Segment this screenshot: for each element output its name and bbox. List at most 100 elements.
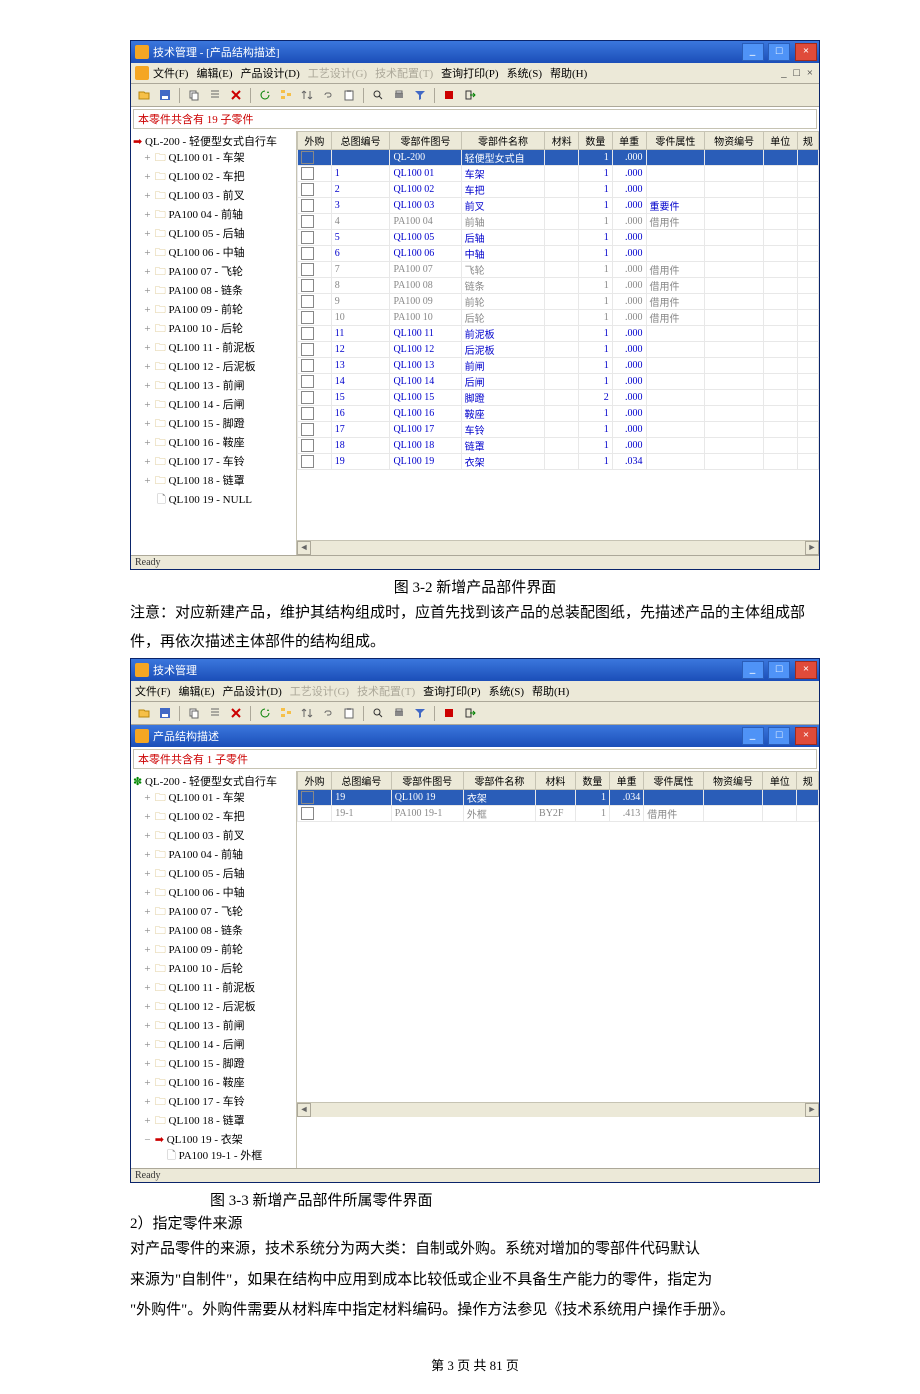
col-header[interactable]: 数量 [579, 132, 613, 150]
tree-node[interactable]: + 🗀 QL100 17 - 车铃 [131, 1093, 296, 1112]
delete-icon[interactable] [227, 86, 245, 104]
tree-node[interactable]: + 🗀 QL100 11 - 前泥板 [131, 979, 296, 998]
checkbox[interactable] [301, 247, 314, 260]
minimize-button[interactable]: _ [742, 43, 764, 61]
maximize-button[interactable]: □ [768, 43, 790, 61]
mdi-minimize-button[interactable]: _ [742, 727, 764, 745]
mdi-max[interactable]: □ [793, 67, 800, 79]
table-row[interactable]: 17QL100 17车铃1.000 [298, 422, 819, 438]
tree-node[interactable]: + 🗀 QL100 15 - 脚蹬 [131, 415, 296, 434]
sort-icon[interactable] [298, 704, 316, 722]
tree-node[interactable]: + 🗀 PA100 04 - 前轴 [131, 846, 296, 865]
col-header[interactable]: 总图编号 [331, 132, 390, 150]
col-header[interactable]: 物资编号 [705, 132, 764, 150]
col-header[interactable]: 外购 [298, 132, 332, 150]
tree-node[interactable]: + 🗀 QL100 16 - 鞍座 [131, 434, 296, 453]
col-header[interactable]: 零部件图号 [391, 772, 463, 790]
col-header[interactable]: 规 [797, 772, 819, 790]
col-header[interactable]: 总图编号 [332, 772, 392, 790]
tree-node[interactable]: + 🗀 PA100 10 - 后轮 [131, 320, 296, 339]
tree-panel-1[interactable]: ➡ QL-200 - 轻便型女式自行车+ 🗀 QL100 01 - 车架 + 🗀 … [131, 131, 297, 555]
tree-node[interactable]: + 🗀 QL100 17 - 车铃 [131, 453, 296, 472]
parts-table-2[interactable]: 外购总图编号零部件图号零部件名称材料数量单重零件属性物资编号单位规19QL100… [297, 771, 819, 822]
exit-icon[interactable] [461, 704, 479, 722]
print-icon[interactable] [390, 86, 408, 104]
tree-root[interactable]: ➡ QL-200 - 轻便型女式自行车 [131, 133, 296, 149]
table-row[interactable]: 9PA100 09前轮1.000借用件 [298, 294, 819, 310]
close-button[interactable]: × [795, 43, 817, 61]
close-button[interactable]: × [795, 661, 817, 679]
hscroll-2[interactable]: ◄► [297, 1102, 819, 1117]
checkbox[interactable] [301, 215, 314, 228]
checkbox[interactable] [301, 231, 314, 244]
tree-node[interactable]: + 🗀 QL100 01 - 车架 [131, 149, 296, 168]
tree-node[interactable]: + 🗀 PA100 09 - 前轮 [131, 941, 296, 960]
tree-node[interactable]: + 🗀 QL100 16 - 鞍座 [131, 1074, 296, 1093]
col-header[interactable]: 单位 [763, 132, 797, 150]
table-row[interactable]: 3QL100 03前叉1.000重要件 [298, 198, 819, 214]
tree-node[interactable]: + 🗀 QL100 13 - 前闸 [131, 377, 296, 396]
maximize-button[interactable]: □ [768, 661, 790, 679]
checkbox[interactable] [301, 439, 314, 452]
table-row[interactable]: 12QL100 12后泥板1.000 [298, 342, 819, 358]
tree-node[interactable]: + 🗀 QL100 01 - 车架 [131, 789, 296, 808]
table-row[interactable]: 1QL100 01车架1.000 [298, 166, 819, 182]
col-header[interactable]: 单重 [612, 132, 646, 150]
table-row[interactable]: 5QL100 05后轴1.000 [298, 230, 819, 246]
menu-system[interactable]: 系统(S) [507, 65, 542, 81]
refresh-icon[interactable] [256, 704, 274, 722]
tree-node[interactable]: + 🗀 PA100 04 - 前轴 [131, 206, 296, 225]
checkbox[interactable] [301, 375, 314, 388]
link-icon[interactable] [319, 704, 337, 722]
table-row[interactable]: 15QL100 15脚蹬2.000 [298, 390, 819, 406]
mdi-min[interactable]: _ [781, 67, 787, 79]
titlebar-2[interactable]: 技术管理 _ □ × [131, 659, 819, 681]
mdi-close-button[interactable]: × [795, 727, 817, 745]
stop-icon[interactable] [440, 704, 458, 722]
checkbox[interactable] [301, 407, 314, 420]
scroll-left-icon[interactable]: ◄ [297, 541, 311, 555]
col-header[interactable]: 外购 [298, 772, 332, 790]
menu-edit[interactable]: 编辑(E) [196, 65, 232, 81]
copy-icon[interactable] [185, 86, 203, 104]
col-header[interactable]: 数量 [575, 772, 609, 790]
checkbox[interactable] [301, 327, 314, 340]
menu-design[interactable]: 产品设计(D) [223, 683, 282, 699]
tree-node[interactable]: + 🗀 QL100 15 - 脚蹬 [131, 1055, 296, 1074]
table-row[interactable]: 10PA100 10后轮1.000借用件 [298, 310, 819, 326]
table-row[interactable]: 2QL100 02车把1.000 [298, 182, 819, 198]
table-row[interactable]: 14QL100 14后闸1.000 [298, 374, 819, 390]
tree-node[interactable]: + 🗀 PA100 09 - 前轮 [131, 301, 296, 320]
stop-icon[interactable] [440, 86, 458, 104]
paste-icon[interactable] [340, 704, 358, 722]
col-header[interactable]: 材料 [536, 772, 576, 790]
checkbox[interactable] [301, 295, 314, 308]
tree-node[interactable]: + 🗀 QL100 18 - 链罩 [131, 1112, 296, 1131]
checkbox[interactable] [301, 311, 314, 324]
col-header[interactable]: 零件属性 [644, 772, 704, 790]
tree-node[interactable]: + 🗀 QL100 06 - 中轴 [131, 244, 296, 263]
col-header[interactable]: 物资编号 [703, 772, 763, 790]
checkbox[interactable] [301, 151, 314, 164]
exit-icon[interactable] [461, 86, 479, 104]
col-header[interactable]: 零部件名称 [463, 772, 535, 790]
checkbox[interactable] [301, 791, 314, 804]
tree-node[interactable]: + 🗀 PA100 07 - 飞轮 [131, 903, 296, 922]
open-icon[interactable] [135, 86, 153, 104]
parts-table-1[interactable]: 外购总图编号零部件图号零部件名称材料数量单重零件属性物资编号单位规QL-200轻… [297, 131, 819, 470]
tree-node[interactable]: + 🗀 QL100 02 - 车把 [131, 808, 296, 827]
tree-node[interactable]: + 🗀 QL100 14 - 后闸 [131, 1036, 296, 1055]
mdi-maximize-button[interactable]: □ [768, 727, 790, 745]
tree-panel-2[interactable]: ✽ QL-200 - 轻便型女式自行车+ 🗀 QL100 01 - 车架+ 🗀 … [131, 771, 297, 1168]
checkbox[interactable] [301, 807, 314, 820]
tree-node[interactable]: 🗋 QL100 19 - NULL [131, 491, 296, 510]
menu-file[interactable]: 文件(F) [135, 683, 170, 699]
print-icon[interactable] [390, 704, 408, 722]
tree-node[interactable]: + 🗀 QL100 05 - 后轴 [131, 865, 296, 884]
open-icon[interactable] [135, 704, 153, 722]
scroll-right-icon[interactable]: ► [805, 1103, 819, 1117]
copy-icon[interactable] [185, 704, 203, 722]
table-row[interactable]: 16QL100 16鞍座1.000 [298, 406, 819, 422]
checkbox[interactable] [301, 455, 314, 468]
find-icon[interactable] [369, 704, 387, 722]
